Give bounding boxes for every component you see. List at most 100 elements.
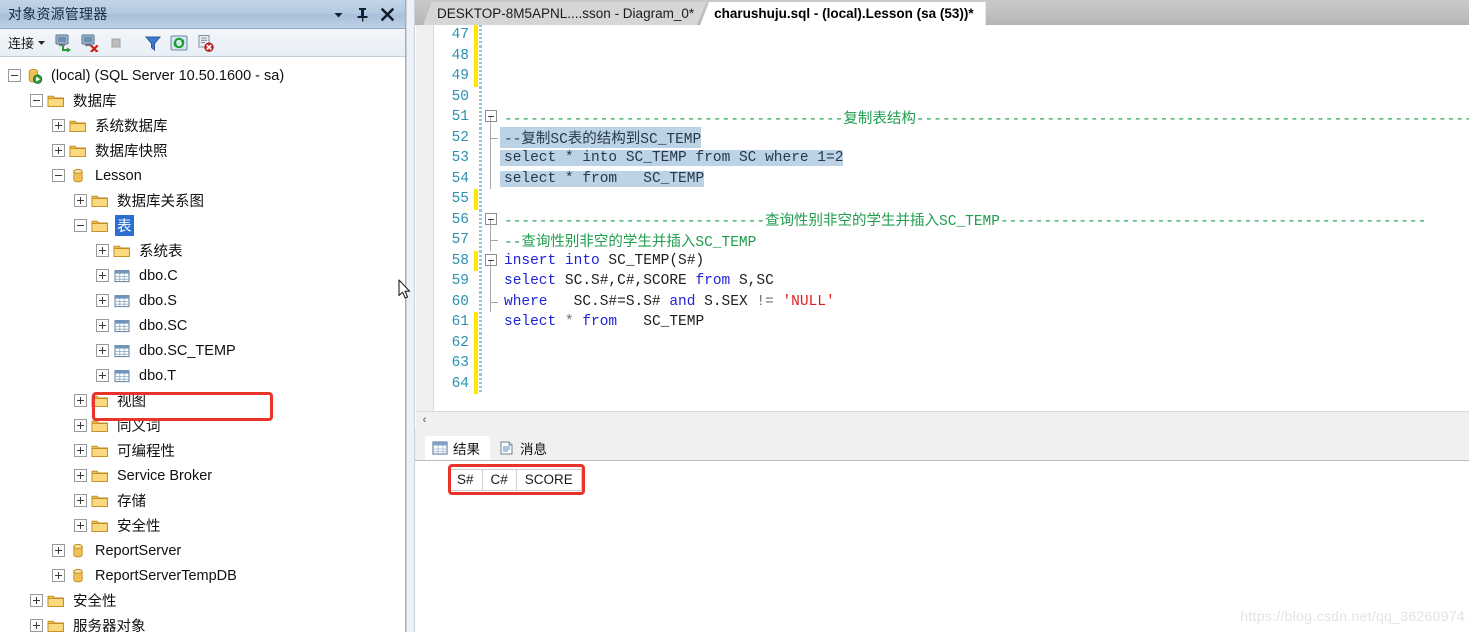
folder-icon	[47, 618, 65, 632]
editor-text-area[interactable]: 47 48 49 50 51 ------------------------------…	[434, 25, 1469, 428]
editor-horizontal-scrollbar[interactable]: ‹	[416, 411, 1469, 428]
tree-node[interactable]: 表	[0, 213, 405, 238]
expand-icon[interactable]	[74, 444, 87, 457]
collapse-region-icon[interactable]	[485, 212, 497, 225]
tree-node[interactable]: 数据库快照	[0, 138, 405, 163]
expand-icon[interactable]	[74, 419, 87, 432]
tree-node[interactable]: dbo.SC_TEMP	[0, 338, 405, 363]
close-icon[interactable]	[380, 7, 395, 22]
disconnect-object-explorer-icon[interactable]	[78, 32, 102, 54]
tree-node[interactable]: 视图	[0, 388, 405, 413]
fold-margin[interactable]	[484, 107, 500, 128]
collapse-icon[interactable]	[74, 219, 87, 232]
expand-icon[interactable]	[74, 194, 87, 207]
code-line[interactable]: 54 select * from SC_TEMP	[434, 168, 1469, 189]
collapse-icon[interactable]	[52, 169, 65, 182]
tree-node[interactable]: 数据库	[0, 88, 405, 113]
tree-node[interactable]: 存储	[0, 488, 405, 513]
fold-margin	[484, 230, 500, 251]
collapse-region-icon[interactable]	[485, 110, 497, 122]
code-line[interactable]: 59 select SC.S#,C#,SCORE from S,SC	[434, 271, 1469, 292]
grid-column-header[interactable]: SCORE	[515, 470, 581, 490]
expand-icon[interactable]	[74, 494, 87, 507]
tree-node[interactable]: ReportServer	[0, 538, 405, 563]
expand-icon[interactable]	[52, 119, 65, 132]
expand-icon[interactable]	[96, 269, 109, 282]
tree-node[interactable]: 同义词	[0, 413, 405, 438]
collapse-icon[interactable]	[8, 69, 21, 82]
code-line[interactable]: 47	[434, 25, 1469, 46]
expand-icon[interactable]	[96, 294, 109, 307]
grid-column-header[interactable]: S#	[448, 470, 482, 490]
expand-icon[interactable]	[52, 144, 65, 157]
code-line[interactable]: 58 insert into SC_TEMP(S#)	[434, 250, 1469, 271]
results-tab[interactable]: 结果	[425, 436, 490, 460]
code-text: where SC.S#=S.S# and S.SEX != 'NULL'	[500, 294, 835, 310]
tree-node[interactable]: 服务器对象	[0, 613, 405, 632]
expand-icon[interactable]	[52, 544, 65, 557]
code-line[interactable]: 53 select * into SC_TEMP from SC where 1=…	[434, 148, 1469, 169]
collapse-icon[interactable]	[30, 94, 43, 107]
expand-icon[interactable]	[74, 394, 87, 407]
expand-icon[interactable]	[74, 519, 87, 532]
document-tab[interactable]: charushuju.sql - (local).Lesson (sa (53)…	[700, 2, 986, 25]
code-line[interactable]: 63	[434, 353, 1469, 374]
expand-icon[interactable]	[96, 369, 109, 382]
expand-icon[interactable]	[96, 344, 109, 357]
fold-margin[interactable]	[484, 210, 500, 230]
object-explorer-tree[interactable]: (local) (SQL Server 10.50.1600 - sa) 数据库系…	[0, 57, 405, 632]
code-token: into	[582, 150, 618, 167]
sql-editor[interactable]: 47 48 49 50 51 ------------------------------…	[415, 25, 1469, 428]
connect-button[interactable]: 连接	[6, 31, 50, 54]
tree-node[interactable]: dbo.SC	[0, 313, 405, 338]
code-line[interactable]: 52 --复制SC表的结构到SC_TEMP	[434, 127, 1469, 149]
editor-selection-margin	[416, 25, 434, 428]
tree-node[interactable]: 系统表	[0, 238, 405, 263]
tree-node[interactable]: (local) (SQL Server 10.50.1600 - sa)	[0, 63, 405, 88]
code-line[interactable]: 49	[434, 66, 1469, 87]
code-line[interactable]: 48	[434, 45, 1469, 66]
tree-node[interactable]: dbo.T	[0, 363, 405, 388]
fold-margin[interactable]	[484, 251, 500, 271]
code-line[interactable]: 56 ------------------------------查询性别非空的学…	[434, 209, 1469, 230]
results-tab[interactable]: 消息	[492, 436, 557, 460]
tree-node[interactable]: Lesson	[0, 163, 405, 188]
results-grid[interactable]: S# C# SCORE https://blog.csdn.net/qq_36260…	[415, 460, 1469, 632]
collapse-region-icon[interactable]	[485, 253, 497, 266]
tree-node[interactable]: 系统数据库	[0, 113, 405, 138]
code-line[interactable]: 64	[434, 373, 1469, 394]
document-tab[interactable]: DESKTOP-8M5APNL....sson - Diagram_0*	[423, 2, 706, 25]
tree-node[interactable]: Service Broker	[0, 463, 405, 488]
dropdown-icon[interactable]	[332, 8, 345, 21]
connect-object-explorer-icon[interactable]	[52, 32, 76, 54]
filter-icon[interactable]	[141, 32, 165, 54]
tree-node[interactable]: 安全性	[0, 513, 405, 538]
expand-icon[interactable]	[52, 569, 65, 582]
code-line[interactable]: 60 where SC.S#=S.S# and S.SEX != 'NULL'	[434, 291, 1469, 312]
expand-icon[interactable]	[30, 594, 43, 607]
expand-icon[interactable]	[74, 469, 87, 482]
tree-node-label: ReportServerTempDB	[95, 567, 237, 584]
tree-node[interactable]: 可编程性	[0, 438, 405, 463]
scroll-left-icon[interactable]: ‹	[416, 412, 433, 428]
code-line[interactable]: 55	[434, 189, 1469, 210]
script-stop-icon[interactable]	[193, 32, 217, 54]
code-line[interactable]: 57 --查询性别非空的学生并插入SC_TEMP	[434, 230, 1469, 251]
panel-splitter[interactable]	[406, 0, 415, 632]
grid-column-header[interactable]: C#	[481, 470, 516, 490]
code-line[interactable]: 50	[434, 86, 1469, 107]
refresh-icon[interactable]	[167, 32, 191, 54]
code-line[interactable]: 51 --------------------------------------…	[434, 107, 1469, 128]
tree-node[interactable]: dbo.C	[0, 263, 405, 288]
expand-icon[interactable]	[30, 619, 43, 632]
pin-icon[interactable]	[356, 7, 369, 22]
tree-node[interactable]: dbo.S	[0, 288, 405, 313]
expand-icon[interactable]	[96, 244, 109, 257]
tree-node[interactable]: ReportServerTempDB	[0, 563, 405, 588]
tree-node[interactable]: 数据库关系图	[0, 188, 405, 213]
change-bar	[474, 45, 478, 66]
tree-node[interactable]: 安全性	[0, 588, 405, 613]
code-line[interactable]: 61 select * from SC_TEMP	[434, 312, 1469, 333]
expand-icon[interactable]	[96, 319, 109, 332]
code-line[interactable]: 62	[434, 332, 1469, 353]
